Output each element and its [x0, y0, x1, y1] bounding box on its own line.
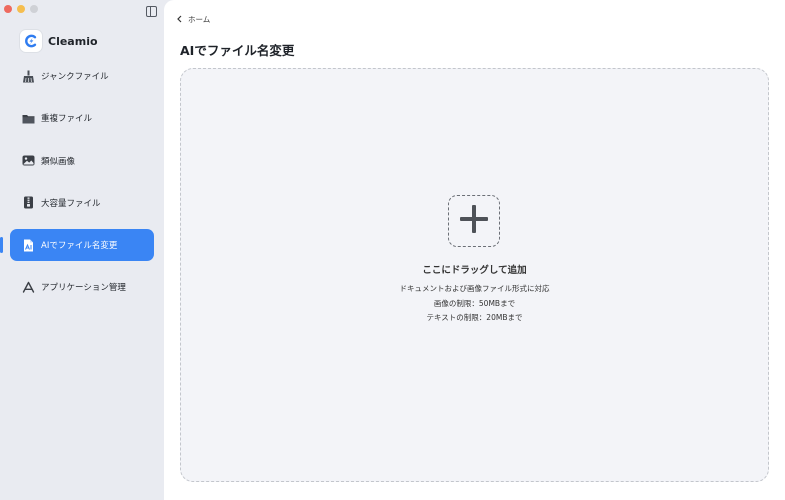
window-controls — [4, 5, 38, 13]
main-content: ホーム AIでファイル名変更 ここにドラッグして追加 ドキュメントおよび画像ファ… — [164, 0, 785, 500]
broom-icon — [22, 70, 35, 83]
sidebar-item-label: 大容量ファイル — [41, 198, 101, 209]
sidebar-item-junk-files[interactable]: ジャンクファイル — [10, 60, 154, 92]
image-icon — [22, 154, 35, 167]
folder-icon — [22, 112, 35, 125]
app-store-icon — [22, 281, 35, 294]
active-indicator — [0, 237, 3, 254]
sidebar-item-ai-rename[interactable]: AIでファイル名変更 — [0, 229, 154, 262]
dropzone-supported-formats: ドキュメントおよび画像ファイル形式に対応 — [399, 284, 550, 293]
chevron-left-icon — [176, 15, 183, 25]
sidebar-item-label: 類似画像 — [41, 156, 76, 167]
plus-icon — [458, 203, 490, 239]
cleamio-logo-icon — [20, 30, 42, 52]
breadcrumb-home-link[interactable]: ホーム — [188, 14, 210, 25]
zip-file-icon — [22, 196, 35, 209]
sidebar-item-duplicate-files[interactable]: 重複ファイル — [10, 102, 154, 134]
add-file-button[interactable] — [448, 195, 500, 247]
dropzone-text-limit: テキストの制限：20MBまで — [426, 313, 523, 322]
page-title: AIでファイル名変更 — [180, 43, 295, 58]
app-name: Cleamio — [48, 34, 98, 48]
sidebar-item-label: ジャンクファイル — [41, 72, 109, 82]
sidebar-item-label: AIでファイル名変更 — [41, 241, 118, 252]
ai-document-icon — [22, 239, 35, 252]
dropzone-image-limit: 画像の制限：50MBまで — [433, 299, 516, 308]
sidebar-item-similar-images[interactable]: 類似画像 — [10, 145, 154, 177]
file-dropzone[interactable]: ここにドラッグして追加 ドキュメントおよび画像ファイル形式に対応 画像の制限：5… — [180, 68, 769, 482]
close-window-button[interactable] — [4, 5, 12, 13]
sidebar-toggle-icon[interactable] — [146, 6, 157, 17]
sidebar-item-large-files[interactable]: 大容量ファイル — [10, 187, 154, 219]
minimize-window-button[interactable] — [17, 5, 25, 13]
brand: Cleamio — [20, 30, 98, 52]
sidebar: Cleamio ジャンクファイル 重複ファイル 類似画像 大容量ファイル AIで… — [0, 0, 164, 500]
sidebar-item-label: 重複ファイル — [41, 114, 93, 125]
zoom-window-button[interactable] — [30, 5, 38, 13]
sidebar-item-label: アプリケーション管理 — [41, 283, 126, 294]
breadcrumb[interactable]: ホーム — [176, 14, 210, 25]
sidebar-nav: ジャンクファイル 重複ファイル 類似画像 大容量ファイル AIでファイル名変更 … — [0, 60, 154, 314]
dropzone-title: ここにドラッグして追加 — [422, 265, 527, 276]
sidebar-item-app-management[interactable]: アプリケーション管理 — [10, 271, 154, 303]
